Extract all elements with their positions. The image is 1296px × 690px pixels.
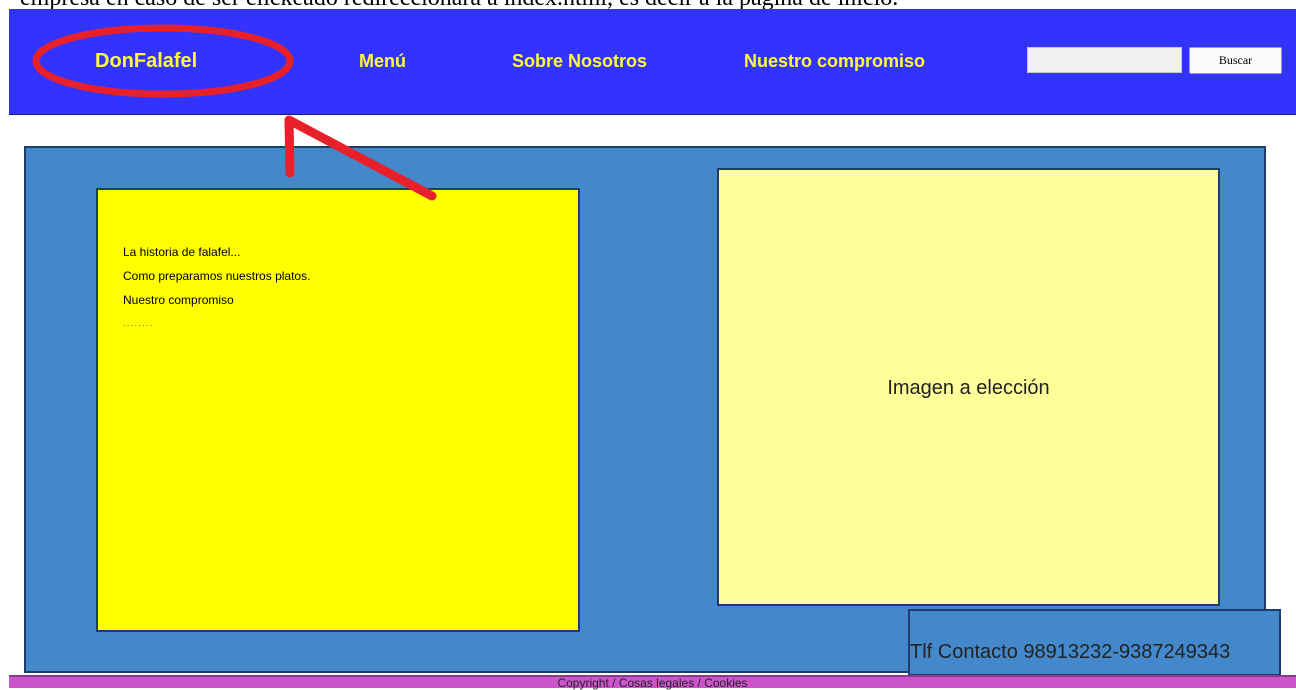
text-item-commitment: Nuestro compromiso xyxy=(123,293,234,307)
text-content-box: La historia de falafel... Como preparamo… xyxy=(96,188,580,632)
contact-box: Tlf Contacto 98913232-9387249343 xyxy=(908,609,1281,676)
navbar: DonFalafel Menú Sobre Nosotros Nuestro c… xyxy=(9,9,1296,115)
contact-phone-text: Tlf Contacto 98913232-9387249343 xyxy=(910,641,1231,663)
nav-link-sobre-nosotros[interactable]: Sobre Nosotros xyxy=(512,51,647,72)
text-item-history: La historia de falafel... xyxy=(123,245,241,259)
nav-link-nuestro-compromiso[interactable]: Nuestro compromiso xyxy=(744,51,925,72)
image-placeholder-box: Imagen a elección xyxy=(717,168,1220,606)
text-item-preparation: Como preparamos nuestros platos. xyxy=(123,269,311,283)
brand-logo-link[interactable]: DonFalafel xyxy=(95,50,197,73)
search-button[interactable]: Buscar xyxy=(1189,47,1282,74)
nav-link-menu[interactable]: Menú xyxy=(359,51,406,72)
footer: Copyright / Cosas legales / Cookies xyxy=(9,675,1296,689)
text-list: La historia de falafel... Como preparamo… xyxy=(123,245,310,341)
image-placeholder-label: Imagen a elección xyxy=(887,377,1050,399)
search-input[interactable] xyxy=(1027,47,1182,73)
text-item-ellipsis: ........ xyxy=(123,318,154,329)
